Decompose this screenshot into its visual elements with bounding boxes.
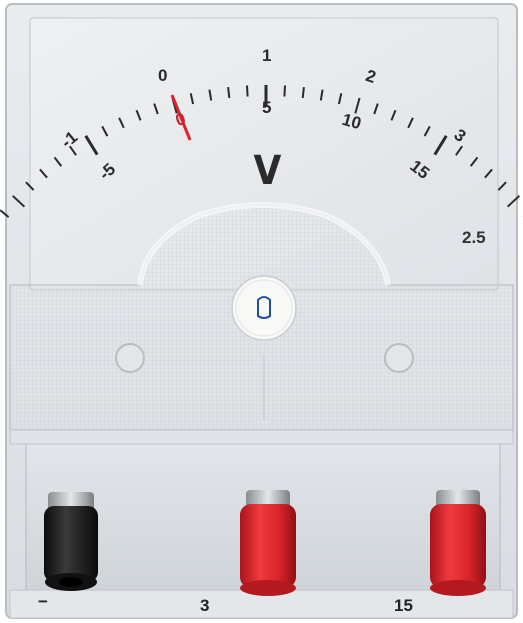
scale-tick — [301, 86, 305, 99]
scale-tick — [246, 85, 249, 97]
scale-label-lower-2: 5 — [262, 98, 272, 117]
scale-label-upper-1: 0 — [158, 66, 168, 85]
terminal-label-negative: − — [38, 592, 48, 611]
unit-symbol: V — [253, 148, 282, 194]
accuracy-class: 2.5 — [462, 228, 486, 247]
scale-label-upper-2: 1 — [262, 46, 272, 65]
scale-tick — [227, 86, 231, 99]
terminal-3v[interactable] — [240, 490, 296, 596]
negative-terminal[interactable] — [44, 492, 98, 591]
terminal-15v[interactable] — [430, 490, 486, 596]
voltmeter: -1 0 1 2 3 -5 0 5 10 15 V 2.5 − 3 15 — [0, 0, 523, 623]
terminal-label-15: 15 — [394, 596, 413, 615]
voltmeter-body — [0, 3, 523, 619]
terminal-label-3: 3 — [200, 596, 210, 615]
scale-tick — [283, 85, 286, 97]
